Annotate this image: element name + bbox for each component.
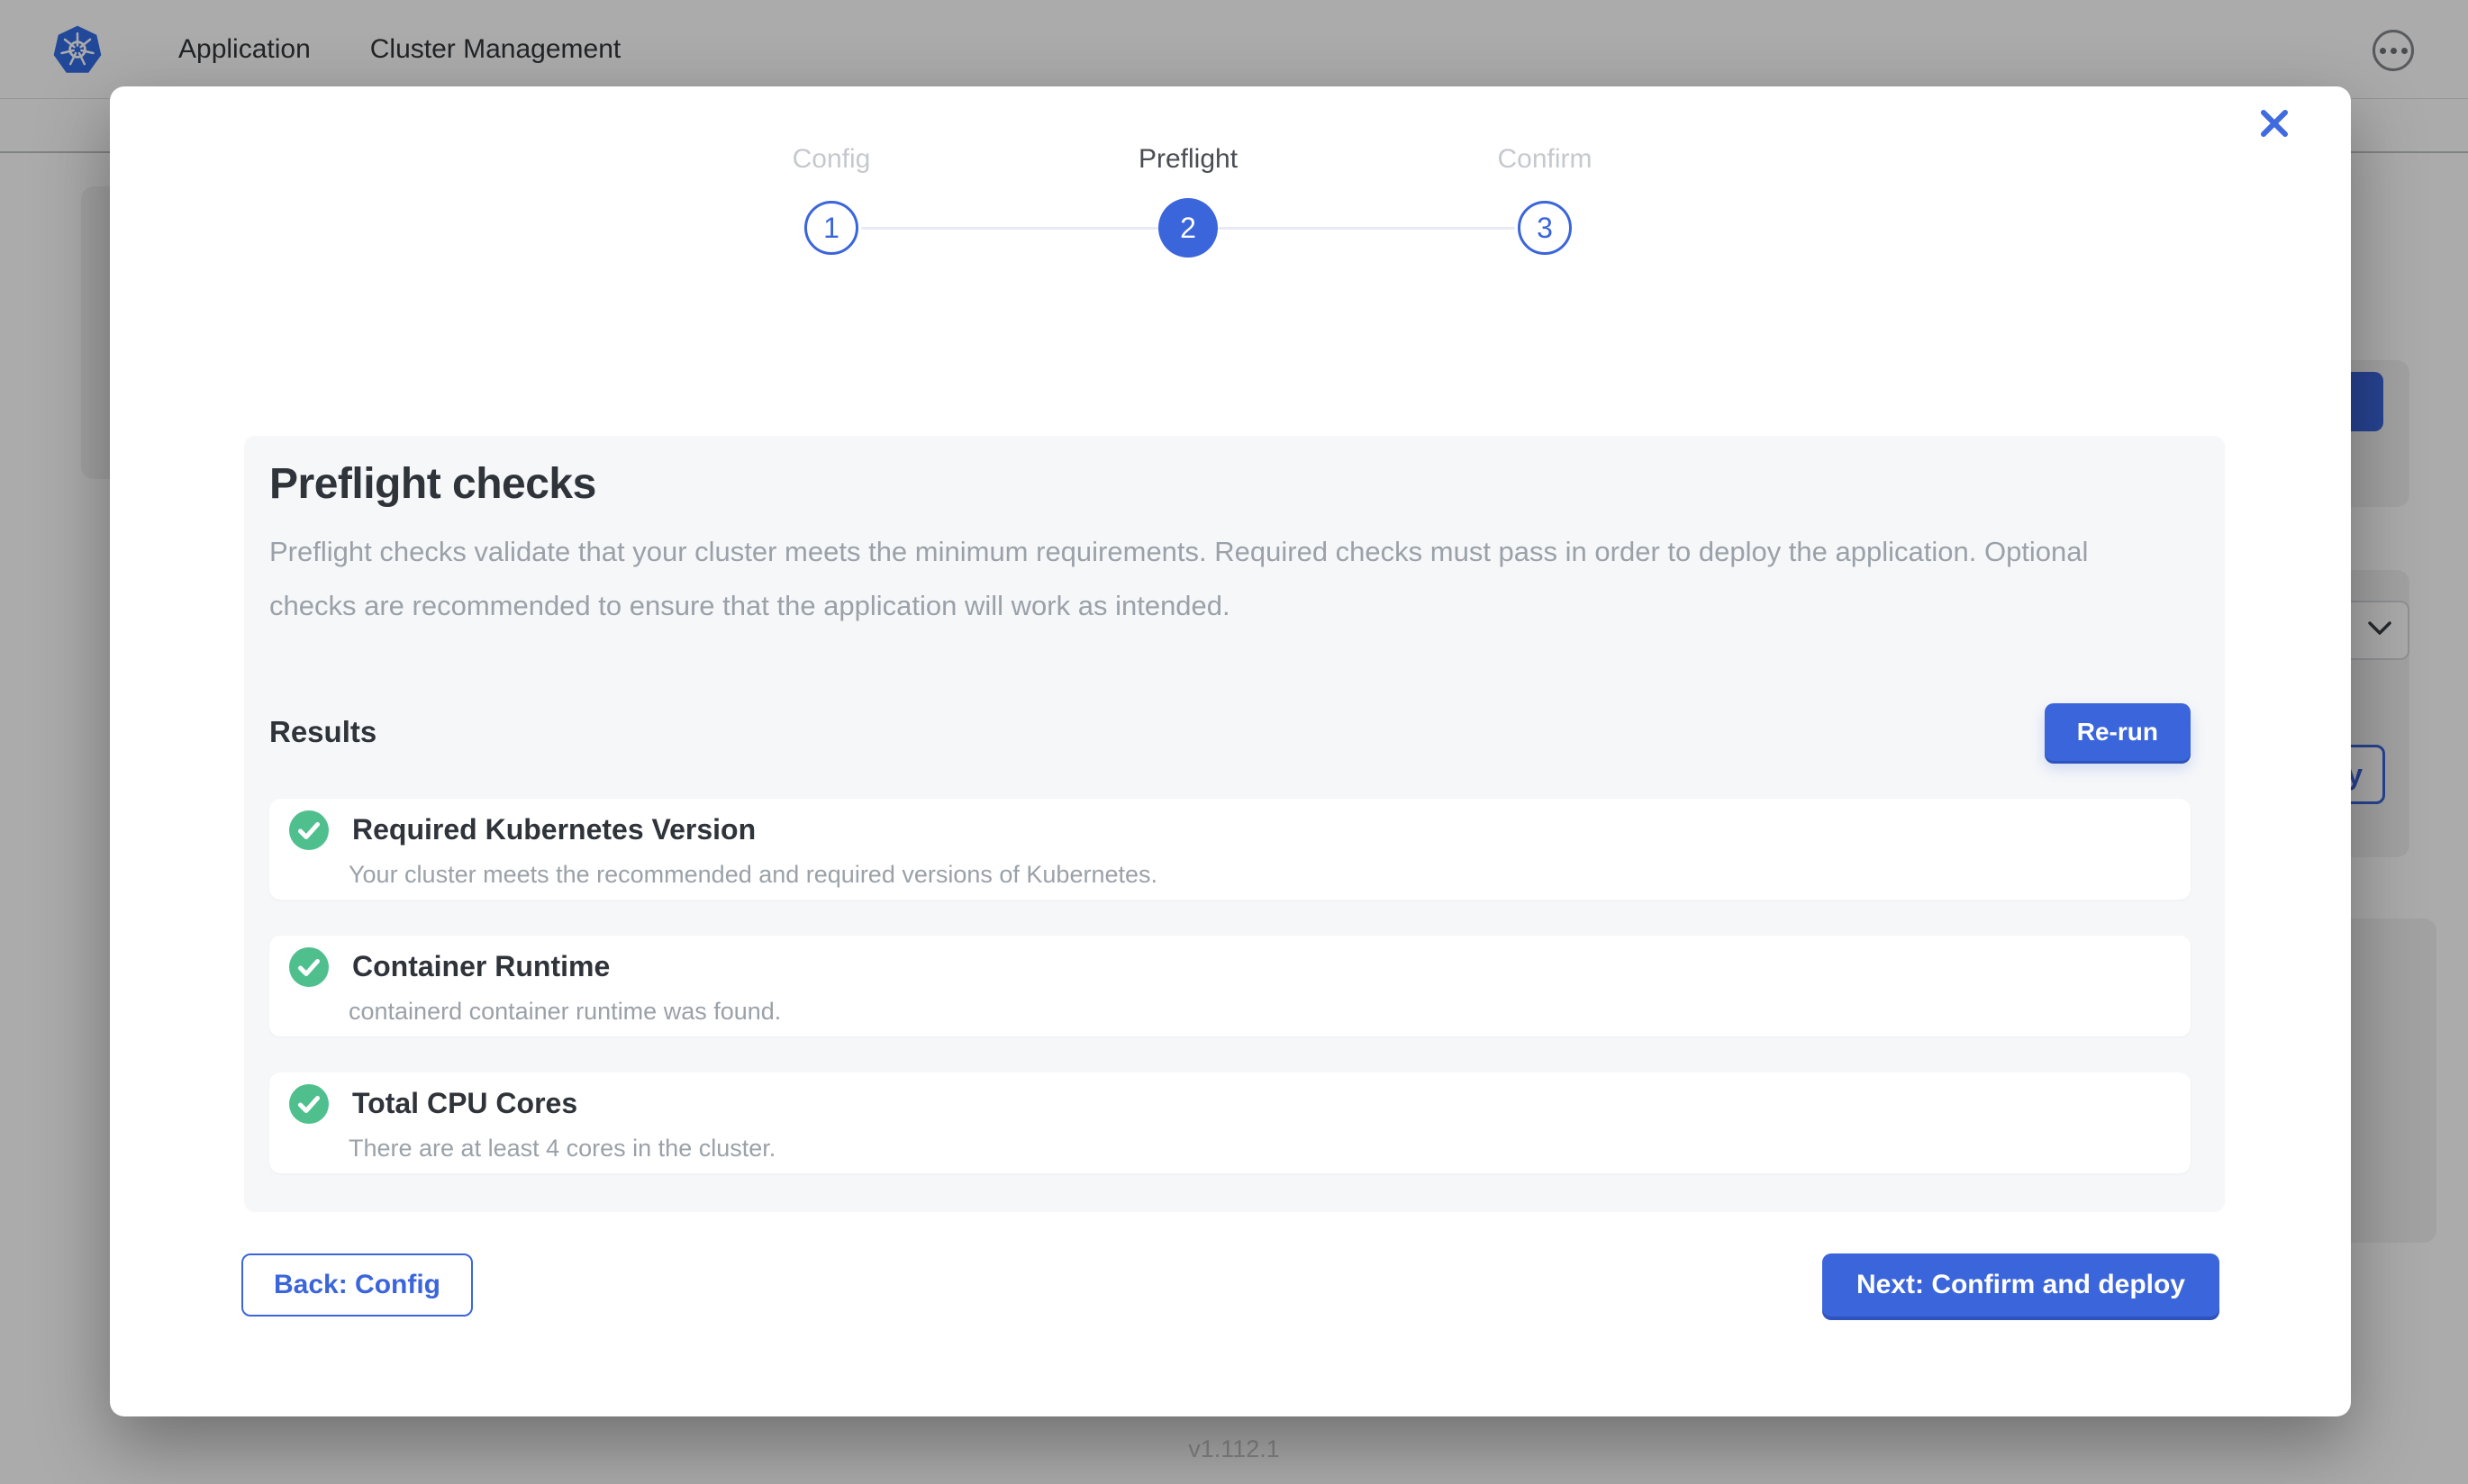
check-description: There are at least 4 cores in the cluste…: [349, 1135, 2191, 1163]
check-title: Total CPU Cores: [352, 1087, 577, 1120]
check-result-row: Required Kubernetes Version Your cluster…: [269, 799, 2191, 900]
wizard-stepper: Config 1 Preflight 2 Confirm 3: [653, 144, 1723, 258]
preflight-panel: Preflight checks Preflight checks valida…: [244, 436, 2225, 1212]
check-circle-icon: [289, 810, 329, 850]
check-description: Your cluster meets the recommended and r…: [349, 861, 2191, 889]
step-circle-2[interactable]: 2: [1158, 198, 1218, 258]
results-heading: Results: [269, 715, 377, 749]
step-label: Confirm: [1497, 144, 1592, 175]
check-title: Required Kubernetes Version: [352, 813, 756, 846]
check-result-row: Container Runtime containerd container r…: [269, 936, 2191, 1036]
step-label: Config: [793, 144, 871, 175]
check-results-list: Required Kubernetes Version Your cluster…: [269, 799, 2191, 1173]
back-config-button[interactable]: Back: Config: [241, 1253, 473, 1317]
close-icon[interactable]: [2255, 104, 2294, 143]
step-circle-1[interactable]: 1: [804, 201, 858, 255]
step-circle-3[interactable]: 3: [1518, 201, 1572, 255]
step-confirm: Confirm 3: [1366, 144, 1723, 258]
check-result-row: Total CPU Cores There are at least 4 cor…: [269, 1072, 2191, 1173]
next-confirm-deploy-button[interactable]: Next: Confirm and deploy: [1822, 1253, 2219, 1317]
step-preflight: Preflight 2: [1010, 144, 1366, 258]
results-header-row: Results Re-run: [269, 703, 2191, 761]
preflight-description: Preflight checks validate that your clus…: [269, 525, 2147, 633]
step-config: Config 1: [653, 144, 1010, 258]
check-title: Container Runtime: [352, 950, 610, 983]
preflight-modal: Config 1 Preflight 2 Confirm 3 Preflight…: [110, 86, 2351, 1416]
page-title: Preflight checks: [269, 459, 2191, 509]
stepper-connector: [1218, 227, 1515, 230]
check-description: containerd container runtime was found.: [349, 998, 2191, 1026]
check-circle-icon: [289, 947, 329, 987]
stepper-connector: [861, 227, 1158, 230]
step-label: Preflight: [1139, 144, 1238, 175]
check-circle-icon: [289, 1084, 329, 1124]
rerun-button[interactable]: Re-run: [2045, 703, 2191, 761]
